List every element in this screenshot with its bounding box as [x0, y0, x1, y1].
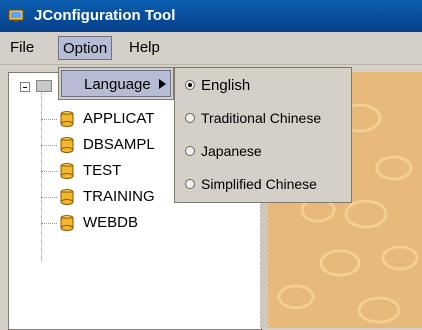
option-dropdown-menu: Language [58, 67, 174, 100]
language-label-english: English [201, 77, 251, 94]
chevron-right-icon [159, 79, 166, 89]
menu-item-language-label: Language [84, 76, 151, 93]
language-option-japanese[interactable]: Japanese [175, 135, 351, 168]
menu-bar: File Option Help [0, 32, 422, 65]
tree-collapse-icon[interactable] [20, 82, 30, 92]
app-icon [8, 9, 24, 22]
menu-help[interactable]: Help [125, 36, 164, 60]
tree-guide-line [41, 83, 42, 261]
language-label-traditional-chinese: Traditional Chinese [201, 110, 322, 126]
database-icon [60, 189, 74, 205]
language-label-simplified-chinese: Simplified Chinese [201, 176, 317, 192]
server-icon [36, 80, 52, 92]
menu-file-label: File [10, 39, 35, 56]
menu-option[interactable]: Option [58, 36, 113, 60]
title-bar[interactable]: JConfiguration Tool [0, 0, 422, 32]
database-icon [60, 137, 74, 153]
app-window: JConfiguration Tool File Option Help APP… [0, 0, 422, 330]
tree-item-label: TEST [83, 162, 122, 179]
database-icon [60, 111, 74, 127]
language-option-traditional-chinese[interactable]: Traditional Chinese [175, 102, 351, 135]
radio-unselected-icon [185, 179, 195, 189]
menu-option-label: Option [63, 40, 108, 57]
database-icon [60, 163, 74, 179]
radio-selected-icon [185, 80, 195, 90]
language-label-japanese: Japanese [201, 143, 262, 159]
menu-file[interactable]: File [6, 36, 38, 60]
window-title: JConfiguration Tool [34, 7, 176, 24]
menu-item-language[interactable]: Language [61, 70, 171, 97]
database-icon [60, 215, 74, 231]
tree-item-label: TRAINING [83, 188, 155, 205]
tree-item-label: DBSAMPL [83, 136, 155, 153]
radio-unselected-icon [185, 113, 195, 123]
language-option-simplified-chinese[interactable]: Simplified Chinese [175, 168, 351, 201]
language-option-english[interactable]: English [175, 69, 351, 102]
radio-unselected-icon [185, 146, 195, 156]
tree-item-label: WEBDB [83, 214, 139, 231]
tree-item-label: APPLICAT [83, 110, 155, 127]
language-submenu: English Traditional Chinese Japanese Sim… [174, 67, 352, 203]
menu-help-label: Help [129, 39, 160, 56]
